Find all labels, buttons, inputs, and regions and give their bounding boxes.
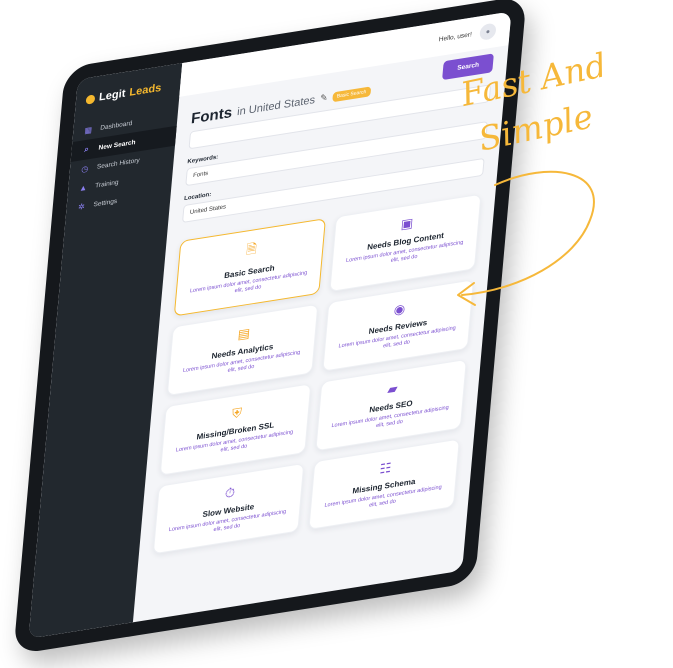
card-needs-analytics[interactable]: ▤ Needs Analytics Lorem ipsum dolor amet… <box>166 303 319 396</box>
pencil-icon[interactable]: ✎ <box>320 92 328 104</box>
greeting: Hello, user! <box>438 30 473 43</box>
grid-icon: ▦ <box>84 125 93 136</box>
sidebar-item-label: Dashboard <box>99 119 133 132</box>
sidebar-item-label: New Search <box>98 138 136 152</box>
sidebar-item-label: Settings <box>93 197 118 209</box>
card-needs-seo[interactable]: ▰ Needs SEO Lorem ipsum dolor amet, cons… <box>315 358 467 451</box>
search-type-badge: Basic Search <box>332 85 371 102</box>
app-screen: Legit Leads ▦ Dashboard ⌕ New Search ◷ Se… <box>28 11 512 639</box>
curved-arrow-icon <box>457 170 595 306</box>
card-missing-schema[interactable]: ☷ Missing Schema Lorem ipsum dolor amet,… <box>308 437 460 531</box>
graduation-cap-icon: ▲ <box>78 182 88 194</box>
history-icon: ◷ <box>80 164 89 175</box>
user-icon[interactable]: ● <box>479 22 497 41</box>
gear-icon: ✲ <box>77 201 86 212</box>
card-missing-broken-ssl[interactable]: ⛨ Missing/Broken SSL Lorem ipsum dolor a… <box>159 382 312 476</box>
search-icon: ⌕ <box>83 144 90 155</box>
logo-icon <box>85 93 96 105</box>
tablet-device: Legit Leads ▦ Dashboard ⌕ New Search ◷ Se… <box>13 0 527 655</box>
sidebar-item-label: Training <box>94 178 119 190</box>
logo-text-part1: Legit <box>98 87 126 104</box>
sidebar-item-label: Search History <box>96 157 140 171</box>
card-slow-website[interactable]: ⏱ Slow Website Lorem ipsum dolor amet, c… <box>152 462 305 555</box>
search-title: Fonts <box>190 104 233 128</box>
card-basic-search[interactable]: 🗎 Basic Search Lorem ipsum dolor amet, c… <box>173 218 326 317</box>
logo-text-part2: Leads <box>128 81 162 99</box>
search-type-grid: 🗎 Basic Search Lorem ipsum dolor amet, c… <box>152 193 482 555</box>
